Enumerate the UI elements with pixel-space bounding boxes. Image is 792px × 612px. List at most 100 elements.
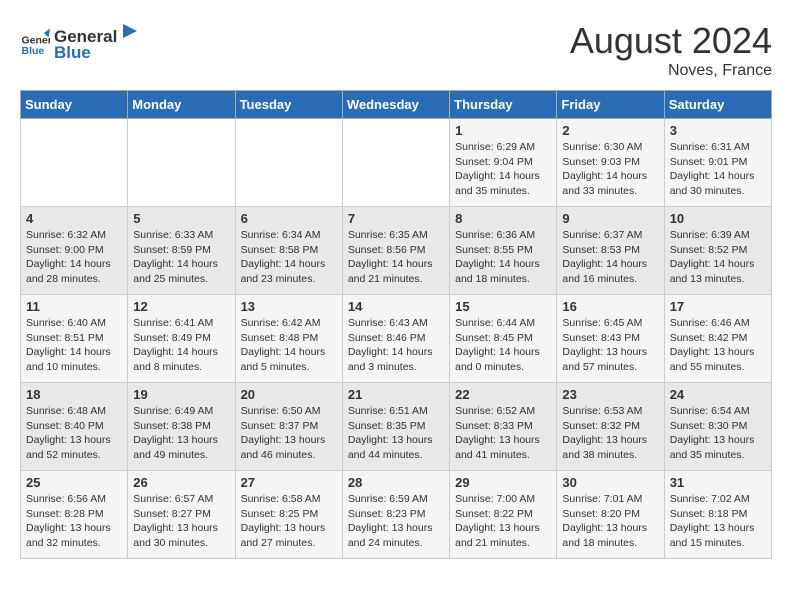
location-subtitle: Noves, France <box>570 62 772 80</box>
day-detail: Sunrise: 6:29 AM Sunset: 9:04 PM Dayligh… <box>455 140 551 199</box>
day-detail: Sunrise: 6:32 AM Sunset: 9:00 PM Dayligh… <box>26 228 122 287</box>
day-detail: Sunrise: 6:51 AM Sunset: 8:35 PM Dayligh… <box>348 404 444 463</box>
calendar-cell <box>235 119 342 207</box>
day-detail: Sunrise: 7:02 AM Sunset: 8:18 PM Dayligh… <box>670 492 766 551</box>
day-detail: Sunrise: 6:40 AM Sunset: 8:51 PM Dayligh… <box>26 316 122 375</box>
day-number: 25 <box>26 475 122 490</box>
day-number: 26 <box>133 475 229 490</box>
day-detail: Sunrise: 6:52 AM Sunset: 8:33 PM Dayligh… <box>455 404 551 463</box>
calendar-cell: 27 Sunrise: 6:58 AM Sunset: 8:25 PM Dayli… <box>235 471 342 559</box>
day-detail: Sunrise: 6:58 AM Sunset: 8:25 PM Dayligh… <box>241 492 337 551</box>
day-number: 21 <box>348 387 444 402</box>
month-year-title: August 2024 <box>570 20 772 62</box>
header: General Blue General Blue August 2024 No… <box>20 20 772 80</box>
calendar-week-row: 4 Sunrise: 6:32 AM Sunset: 9:00 PM Daylig… <box>21 207 772 295</box>
calendar-cell: 15Sunrise: 6:44 AM Sunset: 8:45 PM Dayli… <box>450 295 557 383</box>
day-number: 23 <box>562 387 658 402</box>
day-number: 22 <box>455 387 551 402</box>
calendar-week-row: 1 Sunrise: 6:29 AM Sunset: 9:04 PM Daylig… <box>21 119 772 207</box>
day-detail: Sunrise: 6:33 AM Sunset: 8:59 PM Dayligh… <box>133 228 229 287</box>
calendar-cell: 1 Sunrise: 6:29 AM Sunset: 9:04 PM Daylig… <box>450 119 557 207</box>
day-number: 8 <box>455 211 551 226</box>
calendar-week-row: 25 Sunrise: 6:56 AM Sunset: 8:28 PM Dayli… <box>21 471 772 559</box>
calendar-cell: 31 Sunrise: 7:02 AM Sunset: 8:18 PM Dayli… <box>664 471 771 559</box>
day-detail: Sunrise: 6:37 AM Sunset: 8:53 PM Dayligh… <box>562 228 658 287</box>
day-detail: Sunrise: 6:44 AM Sunset: 8:45 PM Dayligh… <box>455 316 551 375</box>
calendar-cell: 9Sunrise: 6:37 AM Sunset: 8:53 PM Daylig… <box>557 207 664 295</box>
calendar-cell: 6 Sunrise: 6:34 AM Sunset: 8:58 PM Daylig… <box>235 207 342 295</box>
calendar-cell: 25 Sunrise: 6:56 AM Sunset: 8:28 PM Dayli… <box>21 471 128 559</box>
calendar-cell: 29Sunrise: 7:00 AM Sunset: 8:22 PM Dayli… <box>450 471 557 559</box>
day-number: 10 <box>670 211 766 226</box>
day-detail: Sunrise: 6:43 AM Sunset: 8:46 PM Dayligh… <box>348 316 444 375</box>
calendar-cell: 20Sunrise: 6:50 AM Sunset: 8:37 PM Dayli… <box>235 383 342 471</box>
day-detail: Sunrise: 6:41 AM Sunset: 8:49 PM Dayligh… <box>133 316 229 375</box>
weekday-header-wednesday: Wednesday <box>342 91 449 119</box>
calendar-cell: 23Sunrise: 6:53 AM Sunset: 8:32 PM Dayli… <box>557 383 664 471</box>
weekday-header-monday: Monday <box>128 91 235 119</box>
weekday-header-friday: Friday <box>557 91 664 119</box>
calendar-cell: 7 Sunrise: 6:35 AM Sunset: 8:56 PM Daylig… <box>342 207 449 295</box>
day-detail: Sunrise: 6:30 AM Sunset: 9:03 PM Dayligh… <box>562 140 658 199</box>
calendar-cell: 28Sunrise: 6:59 AM Sunset: 8:23 PM Dayli… <box>342 471 449 559</box>
day-number: 27 <box>241 475 337 490</box>
day-number: 13 <box>241 299 337 314</box>
day-detail: Sunrise: 6:35 AM Sunset: 8:56 PM Dayligh… <box>348 228 444 287</box>
day-detail: Sunrise: 6:54 AM Sunset: 8:30 PM Dayligh… <box>670 404 766 463</box>
calendar-cell: 14 Sunrise: 6:43 AM Sunset: 8:46 PM Dayli… <box>342 295 449 383</box>
day-number: 6 <box>241 211 337 226</box>
calendar-cell: 18Sunrise: 6:48 AM Sunset: 8:40 PM Dayli… <box>21 383 128 471</box>
calendar-cell: 13 Sunrise: 6:42 AM Sunset: 8:48 PM Dayli… <box>235 295 342 383</box>
day-number: 4 <box>26 211 122 226</box>
calendar-cell: 24 Sunrise: 6:54 AM Sunset: 8:30 PM Dayli… <box>664 383 771 471</box>
weekday-header-tuesday: Tuesday <box>235 91 342 119</box>
calendar-cell: 16 Sunrise: 6:45 AM Sunset: 8:43 PM Dayli… <box>557 295 664 383</box>
day-detail: Sunrise: 6:49 AM Sunset: 8:38 PM Dayligh… <box>133 404 229 463</box>
day-number: 19 <box>133 387 229 402</box>
calendar-cell: 22 Sunrise: 6:52 AM Sunset: 8:33 PM Dayli… <box>450 383 557 471</box>
day-detail: Sunrise: 7:00 AM Sunset: 8:22 PM Dayligh… <box>455 492 551 551</box>
day-number: 28 <box>348 475 444 490</box>
day-number: 7 <box>348 211 444 226</box>
calendar-cell: 12 Sunrise: 6:41 AM Sunset: 8:49 PM Dayli… <box>128 295 235 383</box>
day-number: 24 <box>670 387 766 402</box>
day-number: 1 <box>455 123 551 138</box>
day-detail: Sunrise: 6:45 AM Sunset: 8:43 PM Dayligh… <box>562 316 658 375</box>
day-detail: Sunrise: 6:42 AM Sunset: 8:48 PM Dayligh… <box>241 316 337 375</box>
day-detail: Sunrise: 6:36 AM Sunset: 8:55 PM Dayligh… <box>455 228 551 287</box>
day-detail: Sunrise: 6:34 AM Sunset: 8:58 PM Dayligh… <box>241 228 337 287</box>
day-number: 3 <box>670 123 766 138</box>
day-detail: Sunrise: 6:31 AM Sunset: 9:01 PM Dayligh… <box>670 140 766 199</box>
weekday-header-sunday: Sunday <box>21 91 128 119</box>
calendar-cell <box>128 119 235 207</box>
weekday-header-saturday: Saturday <box>664 91 771 119</box>
calendar-cell: 5Sunrise: 6:33 AM Sunset: 8:59 PM Daylig… <box>128 207 235 295</box>
day-detail: Sunrise: 6:56 AM Sunset: 8:28 PM Dayligh… <box>26 492 122 551</box>
calendar-cell: 30 Sunrise: 7:01 AM Sunset: 8:20 PM Dayli… <box>557 471 664 559</box>
calendar-week-row: 11 Sunrise: 6:40 AM Sunset: 8:51 PM Dayli… <box>21 295 772 383</box>
logo: General Blue General Blue <box>20 20 141 63</box>
title-section: August 2024 Noves, France <box>570 20 772 80</box>
weekday-header-thursday: Thursday <box>450 91 557 119</box>
logo-icon: General Blue <box>20 27 50 57</box>
calendar-cell: 17Sunrise: 6:46 AM Sunset: 8:42 PM Dayli… <box>664 295 771 383</box>
calendar-cell: 11 Sunrise: 6:40 AM Sunset: 8:51 PM Dayli… <box>21 295 128 383</box>
calendar-week-row: 18Sunrise: 6:48 AM Sunset: 8:40 PM Dayli… <box>21 383 772 471</box>
logo-arrow-icon <box>119 20 141 42</box>
day-number: 16 <box>562 299 658 314</box>
calendar-cell <box>342 119 449 207</box>
day-detail: Sunrise: 6:57 AM Sunset: 8:27 PM Dayligh… <box>133 492 229 551</box>
day-number: 30 <box>562 475 658 490</box>
day-detail: Sunrise: 7:01 AM Sunset: 8:20 PM Dayligh… <box>562 492 658 551</box>
day-number: 14 <box>348 299 444 314</box>
calendar-cell: 2 Sunrise: 6:30 AM Sunset: 9:03 PM Daylig… <box>557 119 664 207</box>
day-number: 31 <box>670 475 766 490</box>
day-number: 2 <box>562 123 658 138</box>
day-number: 17 <box>670 299 766 314</box>
day-number: 11 <box>26 299 122 314</box>
day-number: 12 <box>133 299 229 314</box>
calendar-cell: 19 Sunrise: 6:49 AM Sunset: 8:38 PM Dayli… <box>128 383 235 471</box>
day-number: 18 <box>26 387 122 402</box>
day-number: 20 <box>241 387 337 402</box>
calendar-table: SundayMondayTuesdayWednesdayThursdayFrid… <box>20 90 772 559</box>
